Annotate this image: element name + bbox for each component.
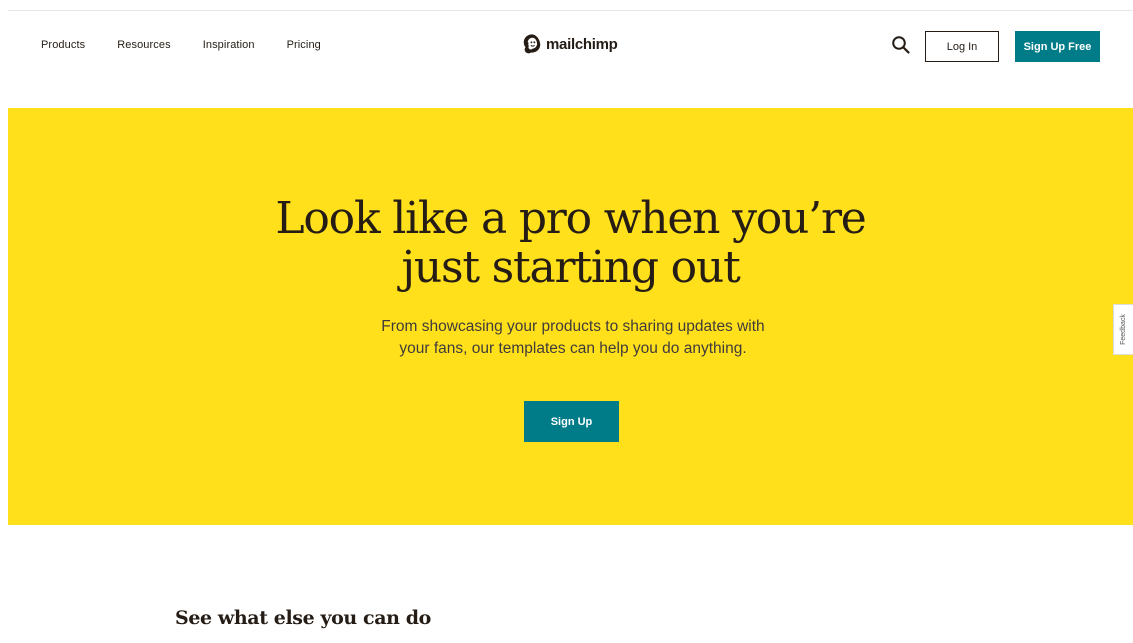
site-header: Products Resources Inspiration Pricing m…	[8, 11, 1133, 108]
hero-title: Look like a pro when you’re just startin…	[8, 194, 1133, 292]
login-button[interactable]: Log In	[925, 31, 999, 62]
sign-up-free-button[interactable]: Sign Up Free	[1015, 31, 1100, 62]
section-heading: See what else you can do	[175, 607, 431, 629]
feedback-tab[interactable]: Feedback	[1113, 304, 1133, 355]
main-nav: Products Resources Inspiration Pricing	[41, 39, 321, 51]
page: Products Resources Inspiration Pricing m…	[0, 0, 1133, 643]
hero-title-line-1: Look like a pro when you’re	[275, 193, 866, 244]
nav-products[interactable]: Products	[41, 39, 85, 51]
nav-inspiration[interactable]: Inspiration	[203, 39, 255, 51]
hero-title-line-2: just starting out	[401, 242, 740, 293]
hero-subtitle: From showcasing your products to sharing…	[381, 318, 765, 357]
mailchimp-logo[interactable]: mailchimp	[521, 33, 618, 55]
nav-pricing[interactable]: Pricing	[287, 39, 321, 51]
hero-sign-up-button[interactable]: Sign Up	[524, 401, 619, 442]
hero-section: Look like a pro when you’re just startin…	[8, 108, 1133, 525]
nav-resources[interactable]: Resources	[117, 39, 170, 51]
feedback-label: Feedback	[1120, 314, 1127, 345]
logo-wordmark: mailchimp	[546, 35, 618, 53]
freddie-chimp-icon	[523, 34, 541, 54]
search-icon[interactable]	[891, 35, 911, 55]
